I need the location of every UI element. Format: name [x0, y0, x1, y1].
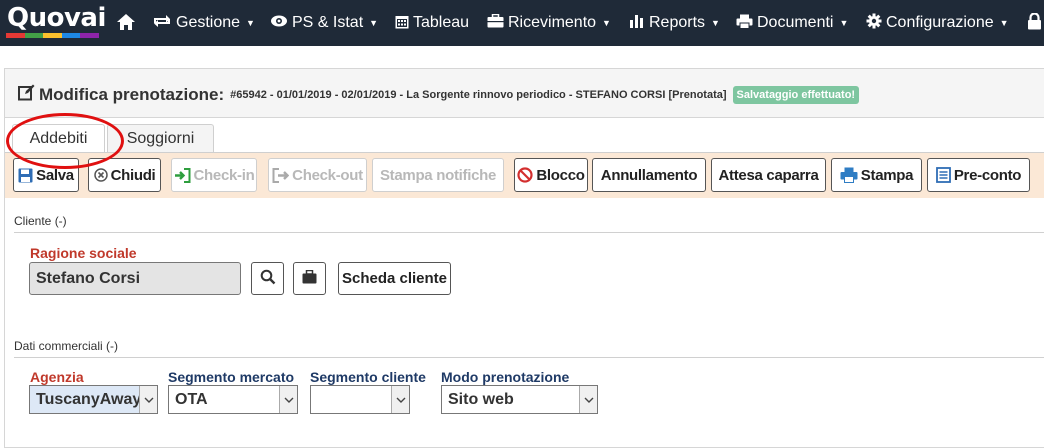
nav-configurazione[interactable]: Configurazione ▼ — [866, 0, 1009, 46]
title-label: Modifica prenotazione: — [39, 85, 225, 104]
nav-documenti-label: Documenti — [757, 14, 834, 31]
deposit-wait-label: Attesa caparra — [718, 166, 819, 184]
deposit-wait-button[interactable]: Attesa caparra — [711, 158, 826, 192]
lock-menu[interactable] — [1027, 0, 1044, 46]
briefcase-icon — [487, 13, 504, 32]
booking-mode-select[interactable]: Sito web — [441, 385, 598, 414]
nav-documenti[interactable]: Documenti ▼ — [736, 0, 848, 46]
client-card-button[interactable]: Scheda cliente — [338, 262, 451, 295]
search-client-button[interactable] — [251, 262, 284, 295]
sign-in-icon — [174, 167, 191, 183]
save-status-badge: Salvataggio effettuato! — [732, 86, 860, 104]
printer-icon — [736, 14, 753, 33]
save-label: Salva — [36, 166, 74, 184]
checkin-label: Check-in — [193, 166, 255, 184]
booking-mode-label: Modo prenotazione — [441, 369, 570, 385]
booking-info: #65942 - 01/01/2019 - 02/01/2019 - La So… — [230, 89, 727, 101]
annullamento-button[interactable]: Annullamento — [592, 158, 706, 192]
close-label: Chiudi — [110, 166, 156, 184]
client-section-title[interactable]: Cliente (-) — [14, 214, 67, 228]
market-segment-label: Segmento mercato — [168, 369, 295, 385]
nav-tableau[interactable]: Tableau — [395, 0, 469, 46]
checkout-label: Check-out — [292, 166, 363, 184]
market-segment-value: OTA — [175, 390, 208, 408]
chevron-down-icon — [139, 386, 157, 413]
print-notifications-label: Stampa notifiche — [379, 166, 497, 184]
market-segment-select[interactable]: OTA — [168, 385, 298, 414]
company-name-label: Ragione sociale — [30, 245, 137, 261]
chevron-down-icon — [579, 386, 597, 413]
quovai-logo[interactable]: Quovai — [6, 3, 106, 39]
edit-icon — [18, 84, 35, 106]
nav-ricevimento[interactable]: Ricevimento ▼ — [487, 0, 611, 46]
floppy-icon — [18, 168, 33, 183]
client-briefcase-button[interactable] — [293, 262, 326, 295]
chevron-down-icon — [279, 386, 297, 413]
print-notifications-button[interactable]: Stampa notifiche — [372, 158, 504, 192]
booking-mode-value: Sito web — [448, 390, 514, 408]
nav-gestione[interactable]: Gestione ▼ — [152, 0, 255, 46]
nav-configurazione-label: Configurazione — [886, 14, 994, 31]
checkin-button[interactable]: Check-in — [171, 158, 257, 192]
agency-value: TuscanyAway — [36, 390, 142, 408]
client-card-label: Scheda cliente — [341, 270, 448, 287]
chevron-down-icon: ▼ — [839, 18, 849, 28]
highlight-annotation-circle — [6, 113, 124, 169]
block-button[interactable]: Blocco — [514, 158, 588, 192]
tab-soggiorni-label: Soggiorni — [126, 129, 195, 147]
gear-icon — [866, 13, 882, 33]
print-label: Stampa — [860, 166, 914, 184]
company-name-value: Stefano Corsi — [36, 269, 141, 287]
nav-reports[interactable]: Reports ▼ — [629, 0, 720, 46]
nav-ps-istat[interactable]: PS & Istat ▼ — [270, 0, 378, 46]
chevron-down-icon — [391, 386, 409, 413]
block-label: Blocco — [536, 166, 585, 184]
nav-gestione-label: Gestione — [176, 14, 241, 31]
checkout-button[interactable]: Check-out — [268, 158, 367, 192]
briefcase-icon — [302, 269, 317, 288]
company-name-field[interactable]: Stefano Corsi — [29, 262, 241, 295]
calendar-icon — [395, 14, 409, 33]
agency-select[interactable]: TuscanyAway — [29, 385, 158, 414]
home-icon[interactable] — [116, 12, 136, 32]
chevron-down-icon: ▼ — [369, 18, 379, 28]
lock-icon — [1027, 11, 1042, 34]
ban-icon — [517, 167, 533, 183]
nav-ps-istat-label: PS & Istat — [292, 14, 364, 31]
nav-ricevimento-label: Ricevimento — [508, 14, 597, 31]
annullamento-label: Annullamento — [600, 166, 698, 184]
pre-bill-label: Pre-conto — [953, 166, 1022, 184]
chevron-down-icon: ▼ — [711, 18, 720, 28]
client-segment-select[interactable] — [310, 385, 410, 414]
client-segment-label: Segmento cliente — [310, 369, 426, 385]
section-divider — [14, 232, 1044, 233]
top-navbar: Quovai Gestione ▼ PS & Istat ▼ Tableau R… — [0, 0, 1044, 46]
bar-chart-icon — [629, 14, 645, 32]
printer-icon — [840, 167, 858, 183]
agency-label: Agenzia — [30, 369, 84, 385]
logo-stripes — [6, 33, 99, 38]
document-icon — [935, 167, 951, 183]
chevron-down-icon: ▼ — [999, 18, 1009, 28]
section-divider — [14, 357, 1044, 358]
transfer-icon — [152, 14, 172, 32]
logo-text: Quovai — [7, 3, 106, 33]
chevron-down-icon: ▼ — [602, 18, 611, 28]
nav-reports-label: Reports — [649, 14, 706, 31]
chevron-down-icon: ▼ — [246, 18, 255, 28]
pre-bill-button[interactable]: Pre-conto — [927, 158, 1030, 192]
sign-out-icon — [272, 167, 290, 183]
commercial-section-title[interactable]: Dati commerciali (-) — [14, 339, 118, 353]
search-icon — [260, 269, 276, 289]
page-title: Modifica prenotazione: #65942 - 01/01/20… — [18, 84, 860, 106]
nav-tableau-label: Tableau — [413, 14, 470, 31]
print-button[interactable]: Stampa — [831, 158, 922, 192]
close-circle-icon — [93, 168, 108, 182]
eye-icon — [270, 14, 288, 32]
